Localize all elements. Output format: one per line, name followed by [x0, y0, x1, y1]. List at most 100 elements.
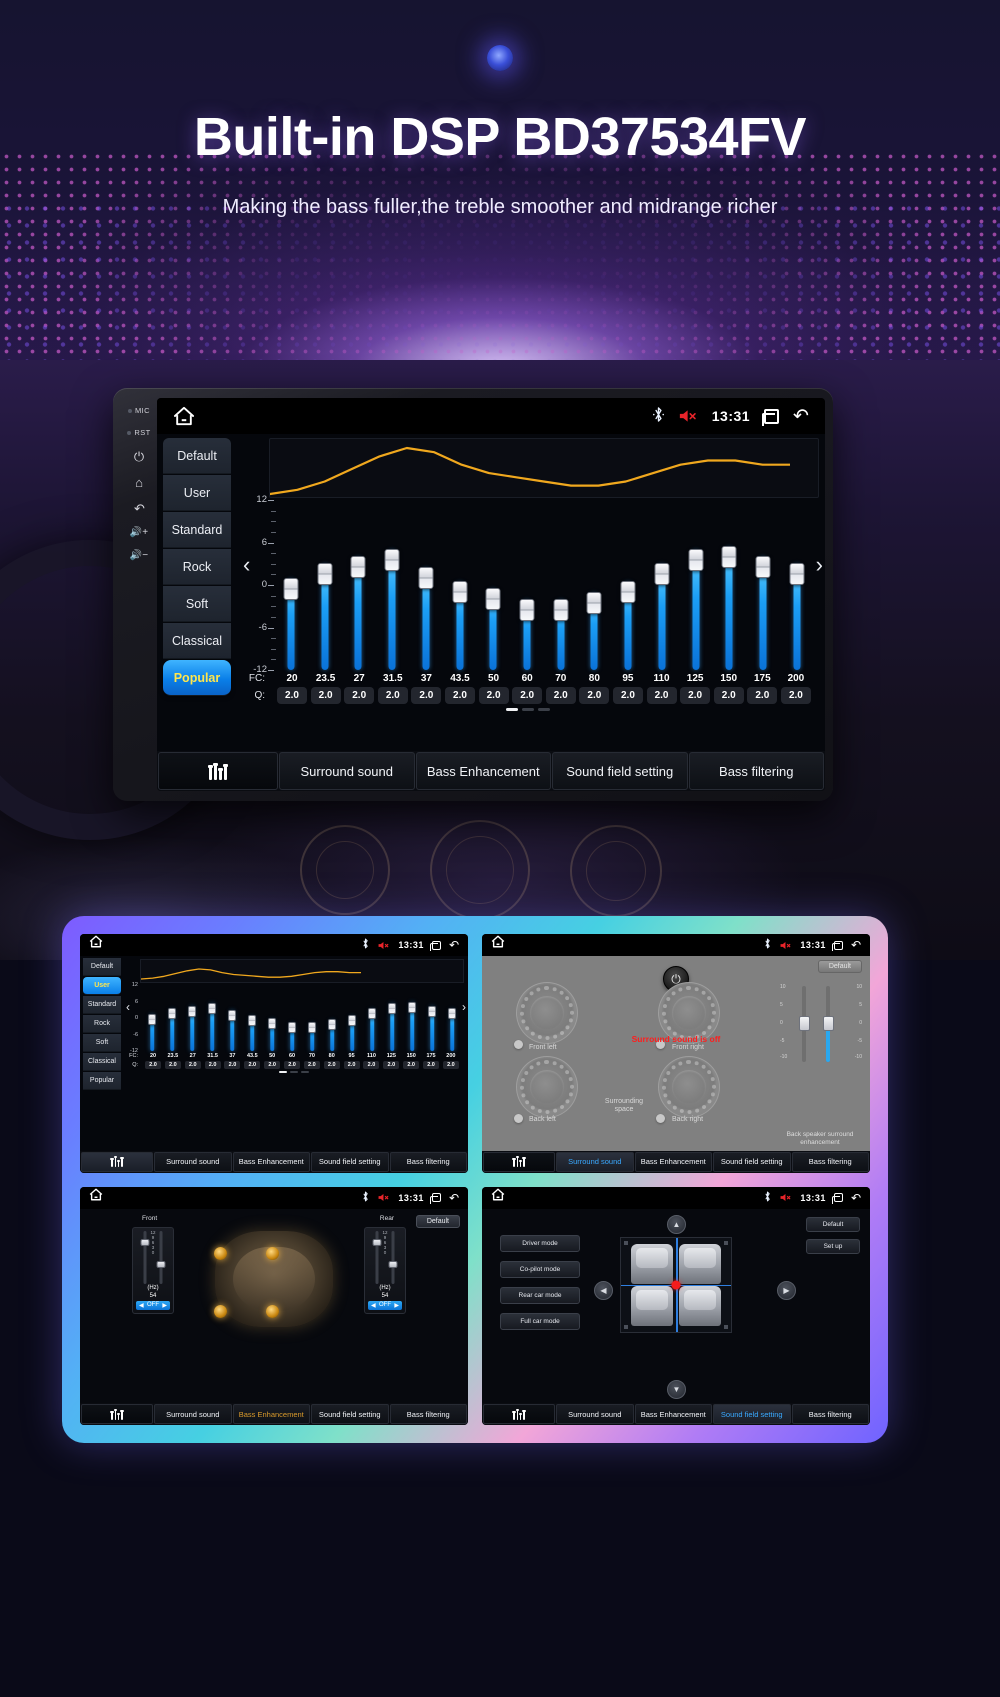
- volume-muted-icon[interactable]: [679, 409, 698, 423]
- volume-down-icon[interactable]: 🔊−: [130, 551, 148, 561]
- bluetooth-icon[interactable]: [361, 1191, 370, 1205]
- preset-list[interactable]: Default User Standard Rock Soft Classical Popu…: [80, 956, 124, 1151]
- preset-user[interactable]: User: [163, 475, 231, 511]
- tab-bass-enhancement[interactable]: Bass Enhancement: [415, 752, 551, 790]
- band-slider[interactable]: [288, 985, 296, 1051]
- tab-surround-sound[interactable]: Surround sound: [556, 1404, 634, 1424]
- back-icon[interactable]: ↷: [851, 1191, 861, 1205]
- band-slider[interactable]: [148, 985, 156, 1051]
- q-value[interactable]: 2.0: [377, 687, 408, 704]
- mode-rear-car[interactable]: Rear car mode: [500, 1286, 580, 1304]
- preset-classical[interactable]: Classical: [83, 1053, 121, 1071]
- q-value[interactable]: 2.0: [344, 687, 375, 704]
- seat-rear-left[interactable]: [631, 1285, 673, 1326]
- q-value[interactable]: 2.0: [264, 1061, 281, 1069]
- home-icon[interactable]: ⌂: [135, 476, 143, 489]
- band-slider[interactable]: [755, 500, 771, 670]
- q-value[interactable]: 2.0: [423, 1061, 440, 1069]
- home-icon[interactable]: [89, 935, 111, 955]
- q-value[interactable]: 2.0: [411, 687, 442, 704]
- q-value[interactable]: 2.0: [204, 1061, 221, 1069]
- preset-standard[interactable]: Standard: [163, 512, 231, 548]
- band-slider[interactable]: [452, 500, 468, 670]
- q-value[interactable]: 2.0: [512, 687, 543, 704]
- tab-bass-filtering[interactable]: Bass filtering: [389, 1151, 467, 1172]
- q-value[interactable]: 2.0: [442, 1061, 459, 1069]
- rear-bass-control[interactable]: 12 9 6 3 0 (Hz) 54 ◀ OFF ▶: [364, 1226, 406, 1314]
- volume-muted-icon[interactable]: [378, 1193, 390, 1202]
- tab-bass-filtering[interactable]: Bass filtering: [688, 752, 824, 790]
- q-value[interactable]: 2.0: [646, 687, 677, 704]
- tab-bass-enhancement[interactable]: Bass Enhancement: [232, 1404, 310, 1424]
- q-value[interactable]: 2.0: [224, 1061, 241, 1069]
- tab-equalizer[interactable]: [483, 1404, 555, 1424]
- q-value[interactable]: 2.0: [145, 1061, 161, 1069]
- band-slider[interactable]: [388, 985, 396, 1051]
- dpad-up-button[interactable]: ▲: [667, 1214, 686, 1234]
- mode-co-pilot[interactable]: Co-pilot mode: [500, 1260, 580, 1278]
- band-slider[interactable]: [448, 985, 456, 1051]
- q-value[interactable]: 2.0: [747, 687, 778, 704]
- band-slider[interactable]: [328, 985, 336, 1051]
- band-slider[interactable]: [348, 985, 356, 1051]
- volume-muted-icon[interactable]: [378, 941, 390, 950]
- band-slider[interactable]: [620, 500, 636, 670]
- volume-muted-icon[interactable]: [780, 1193, 792, 1202]
- front-bass-control[interactable]: 12 9 6 3 0 (Hz) 54 ◀ OFF ▶: [132, 1226, 174, 1314]
- tab-bass-filtering[interactable]: Bass filtering: [791, 1151, 869, 1172]
- band-slider[interactable]: [283, 500, 299, 670]
- q-value[interactable]: 2.0: [244, 1061, 261, 1069]
- q-value[interactable]: 2.0: [545, 687, 576, 704]
- tab-surround-sound[interactable]: Surround sound: [279, 752, 415, 790]
- preset-rock[interactable]: Rock: [163, 549, 231, 585]
- band-slider[interactable]: [688, 500, 704, 670]
- home-icon[interactable]: [89, 1188, 111, 1208]
- band-slider[interactable]: [384, 500, 400, 670]
- tab-equalizer[interactable]: [81, 1404, 153, 1424]
- q-value[interactable]: 2.0: [579, 687, 610, 704]
- rear-bass-toggle[interactable]: ◀ OFF ▶: [368, 1300, 402, 1310]
- home-icon[interactable]: [491, 935, 513, 955]
- back-icon[interactable]: ↷: [793, 405, 809, 428]
- listening-position-marker[interactable]: [671, 1280, 681, 1289]
- back-icon[interactable]: ↷: [134, 501, 145, 516]
- q-value[interactable]: 2.0: [323, 1061, 340, 1069]
- back-speaker-slider[interactable]: 10 5 0 -5 -10 10 5 0 -5 -10: [780, 984, 862, 1062]
- tab-sound-field-setting[interactable]: Sound field setting: [311, 1404, 389, 1424]
- front-bass-toggle[interactable]: ◀ OFF ▶: [136, 1300, 170, 1310]
- knob-front-left[interactable]: [516, 982, 578, 1044]
- bluetooth-icon[interactable]: [361, 938, 370, 952]
- q-value[interactable]: 2.0: [780, 687, 811, 704]
- volume-muted-icon[interactable]: [780, 941, 792, 950]
- dpad-down-button[interactable]: ▼: [667, 1380, 686, 1399]
- band-slider[interactable]: [428, 985, 436, 1051]
- seat-front-right[interactable]: [679, 1243, 721, 1284]
- q-value[interactable]: 2.0: [184, 1061, 201, 1069]
- tab-equalizer[interactable]: [483, 1151, 555, 1172]
- preset-default[interactable]: Default: [163, 438, 231, 474]
- power-icon[interactable]: ⏻: [134, 450, 144, 463]
- tab-sound-field-setting[interactable]: Sound field setting: [713, 1404, 791, 1424]
- q-value[interactable]: 2.0: [713, 687, 744, 704]
- tab-sound-field-setting[interactable]: Sound field setting: [552, 752, 688, 790]
- q-value[interactable]: 2.0: [478, 687, 509, 704]
- volume-up-icon[interactable]: 🔊+: [130, 528, 148, 538]
- recents-icon[interactable]: [831, 940, 843, 951]
- band-slider[interactable]: [188, 985, 196, 1051]
- back-icon[interactable]: ↷: [449, 938, 459, 952]
- q-value[interactable]: 2.0: [363, 1061, 380, 1069]
- bluetooth-icon[interactable]: [763, 1191, 772, 1205]
- band-slider-row[interactable]: [140, 985, 464, 1051]
- preset-popular[interactable]: Popular: [83, 1072, 121, 1090]
- band-slider[interactable]: [586, 500, 602, 670]
- band-slider[interactable]: [268, 985, 276, 1051]
- dpad-right-button[interactable]: ▶: [777, 1280, 796, 1300]
- back-icon[interactable]: ↷: [851, 938, 861, 952]
- tab-equalizer[interactable]: [158, 752, 278, 790]
- band-slider[interactable]: [248, 985, 256, 1051]
- bluetooth-icon[interactable]: [763, 938, 772, 952]
- tab-bass-enhancement[interactable]: Bass Enhancement: [634, 1404, 712, 1424]
- page-indicator[interactable]: [237, 708, 819, 711]
- preset-popular[interactable]: Popular: [163, 660, 231, 696]
- tab-equalizer[interactable]: [81, 1151, 153, 1172]
